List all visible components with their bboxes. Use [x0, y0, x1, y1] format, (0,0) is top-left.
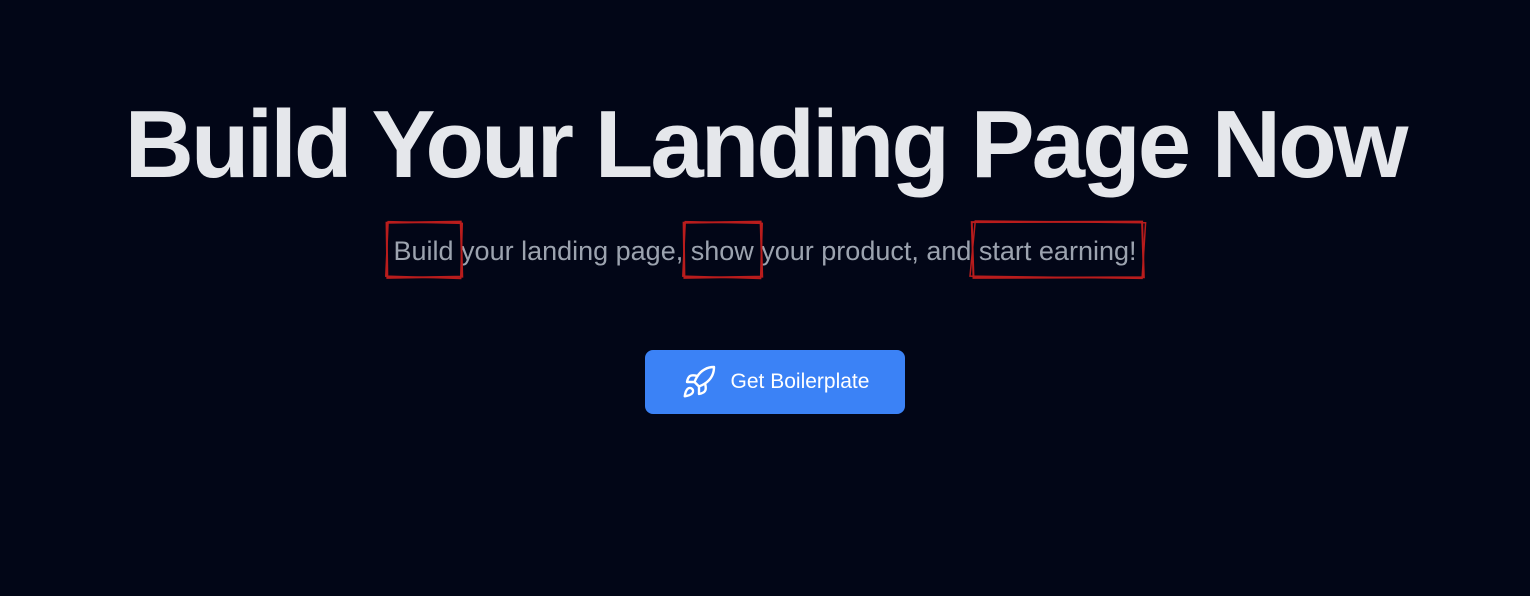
subtitle-text-start-earning: start earning! [978, 236, 1137, 266]
rocket-icon [681, 364, 717, 400]
hero-subtitle: Build your landing page, show your produ… [0, 233, 1530, 269]
highlighted-phrase-start-earning: start earning! [979, 233, 1137, 269]
subtitle-text: your product, and [753, 236, 979, 266]
hero-section: Build Your Landing Page Now Build your l… [0, 0, 1530, 596]
get-boilerplate-label: Get Boilerplate [730, 370, 870, 393]
subtitle-text-show: show [690, 236, 754, 266]
highlighted-word-build: Build [394, 233, 454, 269]
highlighted-word-show: show [691, 233, 754, 269]
subtitle-text: your landing page, [453, 236, 691, 266]
get-boilerplate-button[interactable]: Get Boilerplate [645, 350, 905, 414]
subtitle-text-build: Build [393, 236, 454, 266]
hero-title: Build Your Landing Page Now [124, 91, 1409, 198]
